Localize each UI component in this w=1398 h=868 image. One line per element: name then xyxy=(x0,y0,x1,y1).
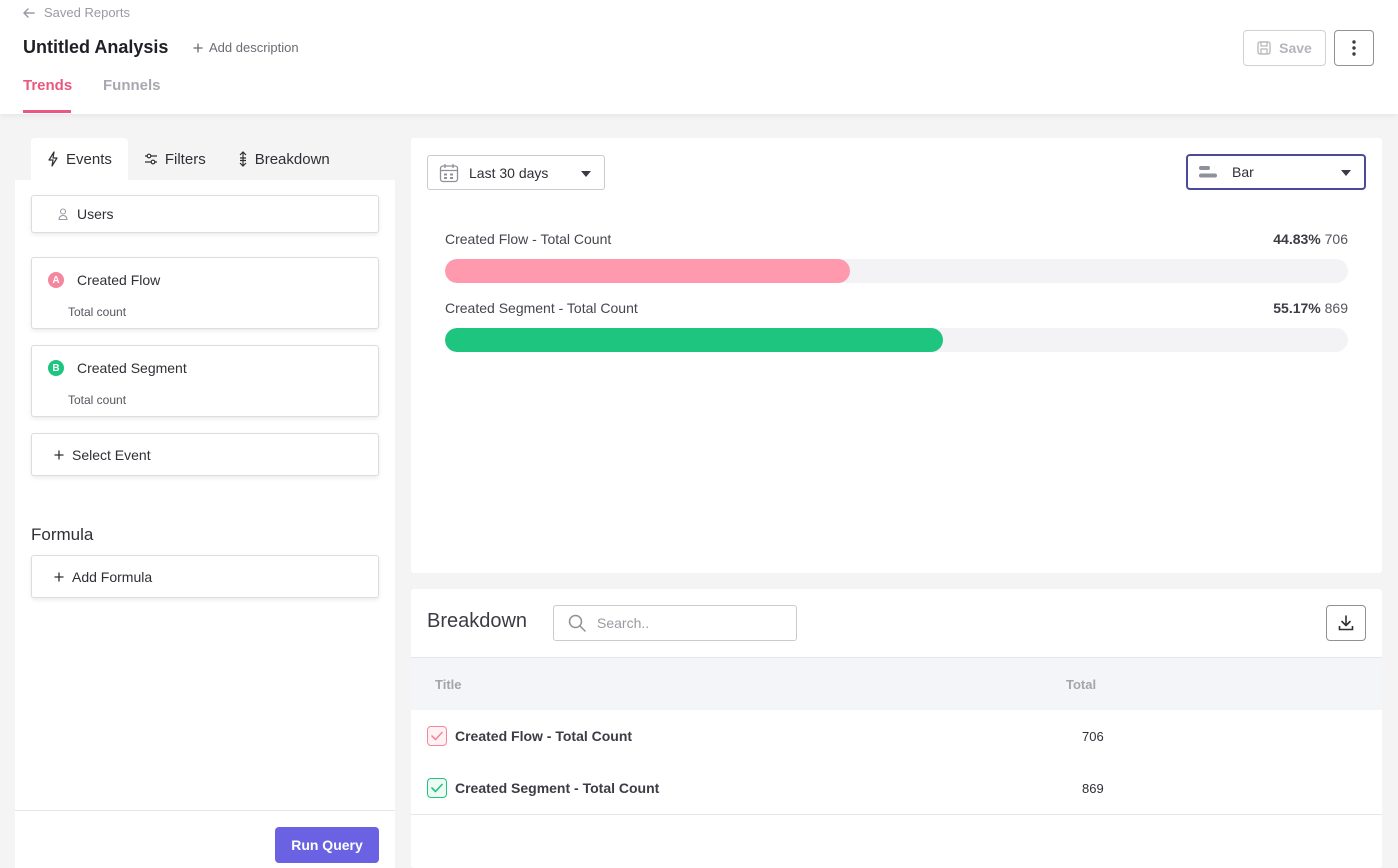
table-row-title: Created Flow - Total Count xyxy=(455,728,633,744)
checkmark-icon xyxy=(431,731,443,741)
column-header-title[interactable]: Title xyxy=(435,677,462,692)
tab-funnels[interactable]: Funnels xyxy=(103,77,161,94)
bar-track xyxy=(445,328,1348,352)
divider xyxy=(411,814,1382,815)
active-tab-indicator xyxy=(23,110,71,113)
breakdown-search[interactable] xyxy=(553,605,797,641)
chart-panel xyxy=(411,138,1382,573)
save-label: Save xyxy=(1279,40,1312,56)
bar-percent: 44.83% xyxy=(1273,231,1321,247)
more-options-button[interactable] xyxy=(1334,30,1374,66)
checkmark-icon xyxy=(431,783,443,793)
search-input[interactable] xyxy=(597,615,777,631)
event-card-header: B Created Segment xyxy=(48,360,187,376)
user-icon xyxy=(58,208,68,220)
table-row-total: 706 xyxy=(1082,729,1104,744)
event-metric[interactable]: Total count xyxy=(68,305,126,319)
save-button[interactable]: Save xyxy=(1243,30,1326,66)
run-query-button[interactable]: Run Query xyxy=(275,827,379,863)
arrow-left-icon xyxy=(23,7,35,18)
divider xyxy=(15,810,395,811)
breakdown-icon xyxy=(239,151,247,167)
floppy-disk-icon xyxy=(1257,41,1271,55)
add-formula-button[interactable]: Add Formula xyxy=(31,555,379,598)
table-row-total: 869 xyxy=(1082,781,1104,796)
back-label: Saved Reports xyxy=(44,5,130,20)
calendar-icon xyxy=(439,163,459,182)
row-checkbox[interactable] xyxy=(427,726,447,746)
sidebar-tabs: Events Filters Breakdown xyxy=(31,138,346,180)
bar-count: 869 xyxy=(1324,300,1348,316)
formula-heading: Formula xyxy=(31,525,94,544)
search-icon xyxy=(568,614,586,632)
sidebar-tab-filters-label: Filters xyxy=(164,150,206,168)
chart-type-value: Bar xyxy=(1232,164,1254,180)
sidebar-tab-breakdown[interactable]: Breakdown xyxy=(222,138,346,180)
sidebar-tab-events-label: Events xyxy=(66,150,112,168)
tab-trends[interactable]: Trends xyxy=(23,77,72,94)
plus-icon xyxy=(193,43,203,52)
bar-label: Created Flow - Total Count xyxy=(445,231,612,247)
bar-count: 706 xyxy=(1324,231,1348,247)
table-header xyxy=(411,657,1382,710)
bar-value: 55.17% 869 xyxy=(1273,300,1348,316)
sidebar-tab-filters[interactable]: Filters xyxy=(128,138,222,180)
sidebar-tab-breakdown-label: Breakdown xyxy=(254,150,330,168)
select-event-button[interactable]: Select Event xyxy=(31,433,379,476)
plus-icon xyxy=(54,450,64,459)
row-checkbox[interactable] xyxy=(427,778,447,798)
table-row-title: Created Segment - Total Count xyxy=(455,780,660,796)
users-selector[interactable]: Users xyxy=(31,195,379,233)
bar-chart-icon xyxy=(1199,166,1217,178)
event-name: Created Flow xyxy=(77,272,161,288)
add-formula-label: Add Formula xyxy=(72,568,153,585)
bar-percent: 55.17% xyxy=(1273,300,1321,316)
sliders-icon xyxy=(144,153,157,165)
event-name: Created Segment xyxy=(77,360,187,376)
column-header-total[interactable]: Total xyxy=(1066,677,1096,692)
select-event-label: Select Event xyxy=(72,446,151,463)
bar[interactable] xyxy=(445,259,850,283)
bar[interactable] xyxy=(445,328,944,352)
bar-value: 44.83% 706 xyxy=(1273,231,1348,247)
bar-track xyxy=(445,259,1348,283)
vertical-ellipsis-icon xyxy=(1352,40,1356,56)
event-letter-badge: B xyxy=(48,360,64,376)
date-range-select[interactable]: Last 30 days xyxy=(427,155,605,190)
bar-label: Created Segment - Total Count xyxy=(445,300,638,316)
download-button[interactable] xyxy=(1326,605,1366,641)
add-description-label: Add description xyxy=(209,40,299,55)
event-metric[interactable]: Total count xyxy=(68,393,126,407)
chart-type-select[interactable]: Bar xyxy=(1186,154,1366,190)
download-icon xyxy=(1338,615,1354,631)
date-range-value: Last 30 days xyxy=(469,164,549,181)
back-to-saved-reports[interactable]: Saved Reports xyxy=(22,5,130,20)
event-card-b[interactable]: B Created Segment Total count xyxy=(31,345,379,417)
caret-down-icon xyxy=(1341,170,1351,176)
caret-down-icon xyxy=(581,171,591,177)
event-letter-badge: A xyxy=(48,272,64,288)
breakdown-title: Breakdown xyxy=(427,610,528,632)
page-title[interactable]: Untitled Analysis xyxy=(23,37,168,58)
header xyxy=(0,0,1398,114)
sidebar-tab-events[interactable]: Events xyxy=(31,138,128,180)
event-card-header: A Created Flow xyxy=(48,272,160,288)
add-description-button[interactable]: Add description xyxy=(193,40,299,55)
event-card-a[interactable]: A Created Flow Total count xyxy=(31,257,379,329)
plus-icon xyxy=(54,572,64,581)
lightning-icon xyxy=(48,151,58,167)
users-label: Users xyxy=(77,206,114,222)
